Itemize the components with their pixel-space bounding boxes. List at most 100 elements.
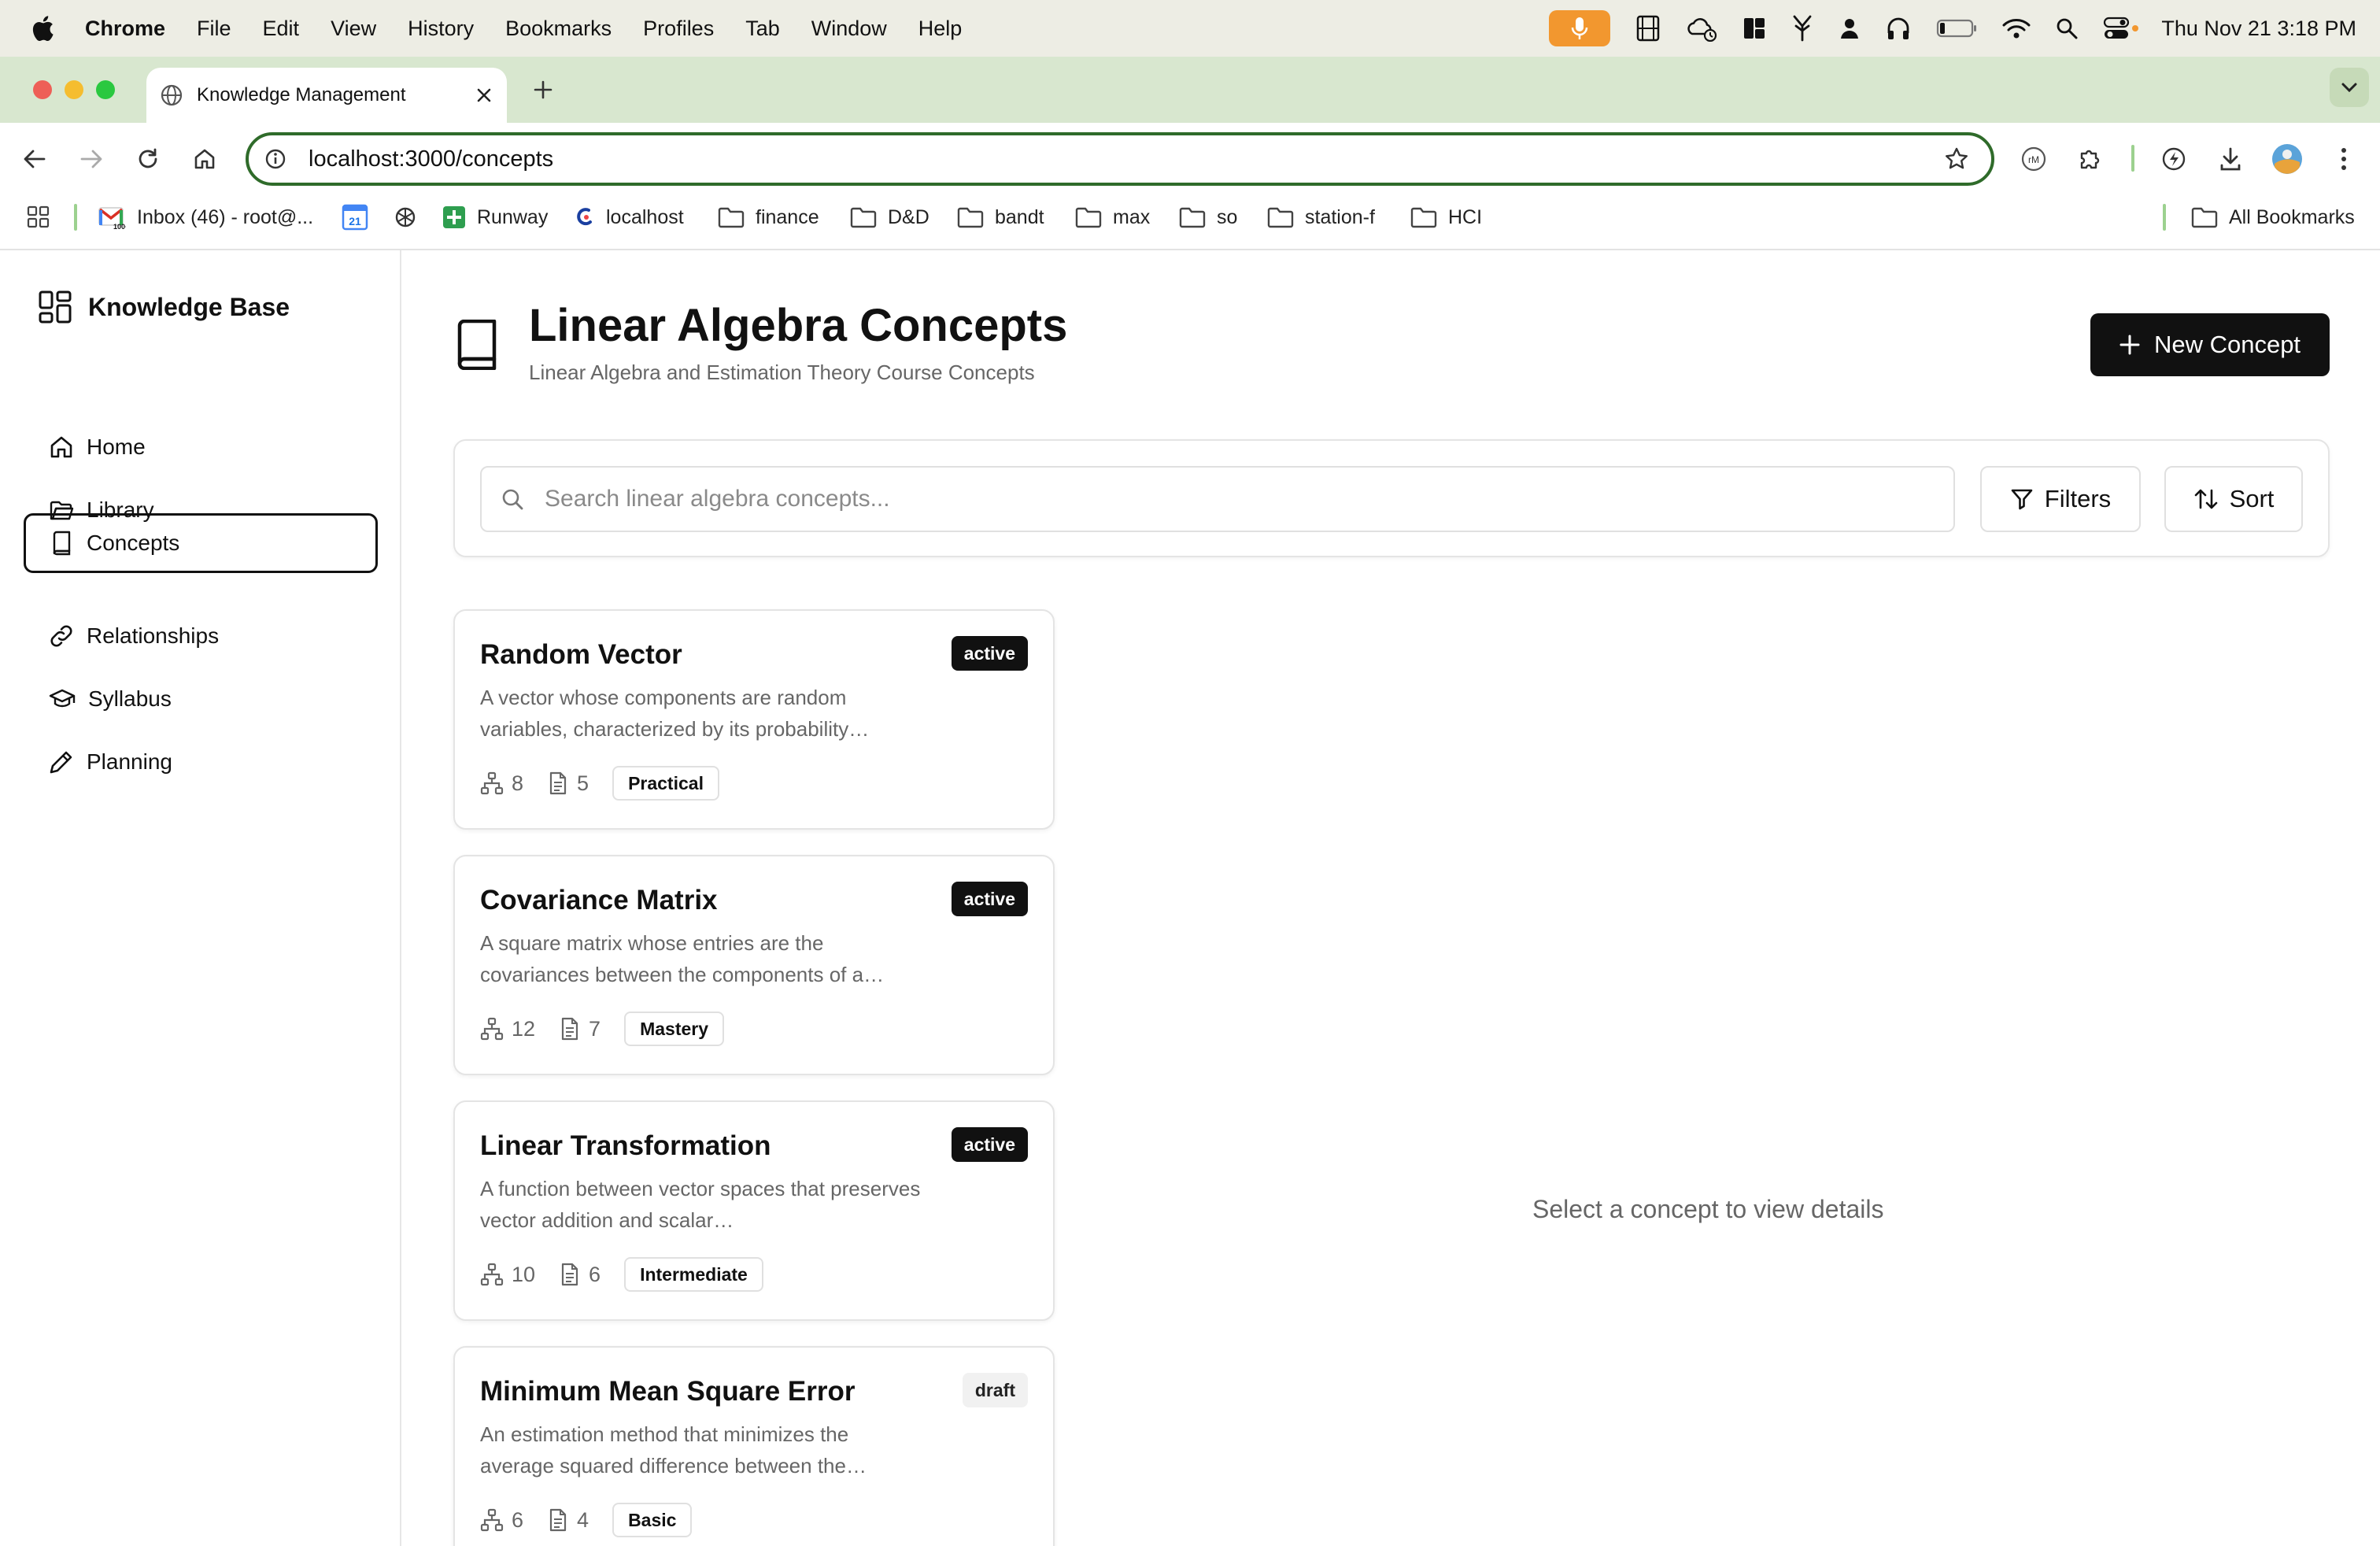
- concept-card[interactable]: Random Vector active A vector whose comp…: [453, 609, 1055, 830]
- docs-count: 7: [559, 1017, 601, 1041]
- extensions-puzzle-icon[interactable]: [2073, 142, 2108, 176]
- bookmark-folder-finance[interactable]: finance: [718, 194, 819, 241]
- svg-text:100+: 100+: [113, 223, 126, 229]
- menu-clock[interactable]: Thu Nov 21 3:18 PM: [2161, 17, 2356, 41]
- concept-meta: 6 4 Basic: [480, 1502, 693, 1538]
- battery-icon[interactable]: [1936, 18, 1977, 39]
- tab-close-icon[interactable]: [475, 87, 493, 104]
- sidebar-item-syllabus[interactable]: Syllabus: [24, 669, 378, 729]
- window-layout-icon[interactable]: [1743, 17, 1766, 40]
- profile-avatar[interactable]: [2270, 142, 2304, 176]
- forward-arrow-icon[interactable]: [74, 142, 109, 176]
- svg-text:rM: rM: [2028, 154, 2039, 165]
- sort-button[interactable]: Sort: [2164, 466, 2303, 532]
- home-icon[interactable]: [187, 142, 222, 176]
- bookmark-localhost[interactable]: localhost: [576, 194, 684, 241]
- bookmark-folder-so[interactable]: so: [1179, 194, 1237, 241]
- level-tag: Intermediate: [624, 1257, 763, 1292]
- concept-meta: 12 7 Mastery: [480, 1011, 725, 1047]
- chrome-menu-icon[interactable]: [2326, 142, 2361, 176]
- bookmark-openai[interactable]: [394, 194, 428, 241]
- filters-button[interactable]: Filters: [1980, 466, 2141, 532]
- book-icon: [49, 531, 74, 556]
- browser-tab[interactable]: Knowledge Management: [146, 68, 507, 123]
- new-concept-button[interactable]: New Concept: [2090, 313, 2330, 376]
- brand[interactable]: Knowledge Base: [38, 290, 290, 324]
- bookmark-calendar[interactable]: 21: [342, 194, 379, 241]
- menu-history[interactable]: History: [408, 17, 474, 41]
- tab-search-chevron-icon[interactable]: [2330, 68, 2369, 107]
- control-center-icon[interactable]: [2103, 17, 2139, 40]
- bookmark-folder-max[interactable]: max: [1075, 194, 1150, 241]
- page-title: Linear Algebra Concepts: [529, 300, 1068, 351]
- window-zoom-button[interactable]: [96, 80, 115, 99]
- links-count: 10: [480, 1263, 535, 1287]
- menu-view[interactable]: View: [331, 17, 376, 41]
- back-arrow-icon[interactable]: [17, 142, 52, 176]
- all-bookmarks[interactable]: All Bookmarks: [2191, 194, 2355, 241]
- bookmark-folder-station-f[interactable]: station-f: [1267, 194, 1375, 241]
- links-count-value: 10: [512, 1262, 536, 1286]
- docs-count: 4: [547, 1508, 589, 1533]
- apps-grid-icon[interactable]: [27, 194, 50, 241]
- sidebar-item-concepts[interactable]: Concepts: [24, 513, 378, 573]
- concept-meta: 8 5 Practical: [480, 765, 719, 801]
- dashboard-grid-icon: [38, 290, 72, 324]
- sidebar-item-label: Home: [87, 435, 146, 459]
- runway-icon: [442, 205, 466, 229]
- microphone-status[interactable]: [1549, 10, 1611, 46]
- sidebar-item-home[interactable]: Home: [24, 417, 378, 477]
- concept-card[interactable]: Minimum Mean Square Error draft An estim…: [453, 1346, 1055, 1546]
- extension-rm-icon[interactable]: rM: [2016, 142, 2051, 176]
- folder-icon: [718, 206, 745, 228]
- bookmark-folder-hci[interactable]: HCI: [1410, 194, 1482, 241]
- sidebar-item-planning[interactable]: Planning: [24, 732, 378, 792]
- bookmark-folder-bandt[interactable]: bandt: [957, 194, 1044, 241]
- bookmark-folder-dnd[interactable]: D&D: [850, 194, 929, 241]
- menu-help[interactable]: Help: [918, 17, 963, 41]
- sidebar-item-relationships[interactable]: Relationships: [24, 606, 378, 666]
- bookmark-runway[interactable]: Runway: [442, 194, 548, 241]
- document-icon: [547, 771, 569, 795]
- window-minimize-button[interactable]: [65, 80, 83, 99]
- performance-icon[interactable]: [2156, 142, 2191, 176]
- level-tag: Mastery: [624, 1012, 725, 1046]
- wifi-icon[interactable]: [2002, 17, 2031, 39]
- new-tab-button[interactable]: [526, 72, 560, 107]
- concept-card[interactable]: Covariance Matrix active A square matrix…: [453, 855, 1055, 1075]
- menu-window[interactable]: Window: [811, 17, 887, 41]
- menu-profiles[interactable]: Profiles: [643, 17, 714, 41]
- address-bar[interactable]: localhost:3000/concepts: [246, 132, 1994, 186]
- menu-file[interactable]: File: [197, 17, 231, 41]
- concept-description: A function between vector spaces that pr…: [480, 1177, 921, 1232]
- concept-card[interactable]: Linear Transformation active A function …: [453, 1100, 1055, 1321]
- menu-app-name[interactable]: Chrome: [85, 17, 165, 41]
- bookmark-folder-label: HCI: [1448, 205, 1483, 228]
- download-icon[interactable]: [2213, 142, 2248, 176]
- reload-icon[interactable]: [131, 142, 165, 176]
- concept-title: Covariance Matrix: [480, 885, 718, 915]
- film-icon[interactable]: [1635, 15, 1661, 42]
- user-icon[interactable]: [1839, 17, 1861, 40]
- detail-empty-message: Select a concept to view details: [1532, 1195, 1884, 1223]
- window-close-button[interactable]: [33, 80, 52, 99]
- apple-icon[interactable]: [22, 0, 63, 57]
- site-info-icon[interactable]: [264, 148, 286, 170]
- level-tag: Practical: [612, 766, 719, 801]
- document-icon: [559, 1263, 581, 1286]
- links-count-value: 8: [512, 771, 524, 795]
- tab-title: Knowledge Management: [197, 84, 406, 105]
- bookmark-inbox[interactable]: 100+ Inbox (46) - root@...: [98, 194, 313, 241]
- search-input[interactable]: Search linear algebra concepts...: [480, 466, 1955, 532]
- headphones-icon[interactable]: [1886, 16, 1911, 41]
- menu-bookmarks[interactable]: Bookmarks: [505, 17, 612, 41]
- all-bookmarks-label: All Bookmarks: [2229, 205, 2355, 228]
- weather-icon[interactable]: [1686, 15, 1717, 42]
- menu-tab[interactable]: Tab: [745, 17, 780, 41]
- search-icon[interactable]: [2056, 17, 2078, 39]
- home-icon: [49, 435, 74, 460]
- bookmark-star-icon[interactable]: [1944, 146, 1969, 172]
- fork-icon[interactable]: [1791, 15, 1813, 42]
- docs-count: 6: [559, 1263, 601, 1287]
- menu-edit[interactable]: Edit: [263, 17, 300, 41]
